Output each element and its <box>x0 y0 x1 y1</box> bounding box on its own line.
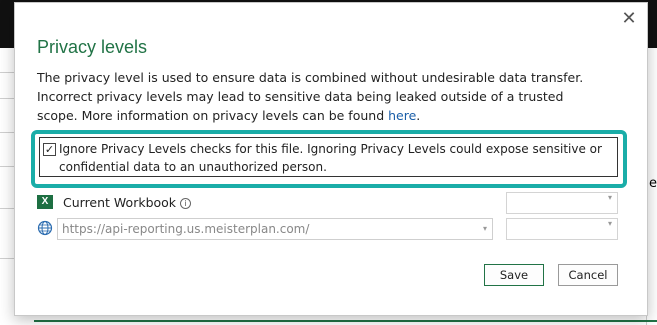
ignore-privacy-highlight: ✓ Ignore Privacy Levels checks for this … <box>31 130 627 188</box>
grid-line <box>0 166 14 167</box>
grid-line <box>0 258 14 259</box>
close-icon[interactable]: ✕ <box>619 9 639 29</box>
privacy-levels-dialog: ✕ Privacy levels The privacy level is us… <box>14 2 648 316</box>
grid-line <box>0 208 14 209</box>
chevron-down-icon: ▾ <box>607 193 612 202</box>
grid-line <box>0 132 14 133</box>
privacy-level-select-workbook[interactable]: ▾ <box>506 192 618 214</box>
description-text: The privacy level is used to ensure data… <box>37 70 584 123</box>
description-end: . <box>416 108 421 123</box>
info-icon[interactable]: i <box>180 198 192 209</box>
chevron-down-icon: ▾ <box>482 224 487 233</box>
grid-line <box>0 72 14 73</box>
selected-cell-border <box>34 320 657 322</box>
source-row-workbook: X Current Workbook i ▾ <box>37 192 627 214</box>
background-cell-text: e <box>649 176 657 191</box>
ignore-privacy-option[interactable]: ✓ Ignore Privacy Levels checks for this … <box>39 137 618 177</box>
ignore-privacy-checkbox[interactable]: ✓ <box>43 143 56 156</box>
more-info-link[interactable]: here <box>388 108 416 123</box>
dialog-description: The privacy level is used to ensure data… <box>37 68 607 125</box>
dialog-title: Privacy levels <box>37 37 148 57</box>
grid-line <box>0 98 14 99</box>
cancel-button[interactable]: Cancel <box>558 264 618 286</box>
save-button[interactable]: Save <box>484 264 544 286</box>
source-label: Current Workbook <box>63 195 177 210</box>
chevron-down-icon: ▾ <box>607 219 612 228</box>
source-url-field[interactable]: https://api-reporting.us.meisterplan.com… <box>57 218 493 240</box>
globe-icon <box>37 220 53 236</box>
excel-icon: X <box>37 195 53 209</box>
sheet-grid-left <box>0 48 14 325</box>
workbook-label-wrap: Current Workbook i <box>63 195 192 210</box>
ignore-privacy-label: Ignore Privacy Levels checks for this fi… <box>59 142 602 174</box>
source-row-url: https://api-reporting.us.meisterplan.com… <box>37 218 627 240</box>
source-url: https://api-reporting.us.meisterplan.com… <box>62 222 310 236</box>
privacy-level-select-url[interactable]: ▾ <box>506 218 618 240</box>
